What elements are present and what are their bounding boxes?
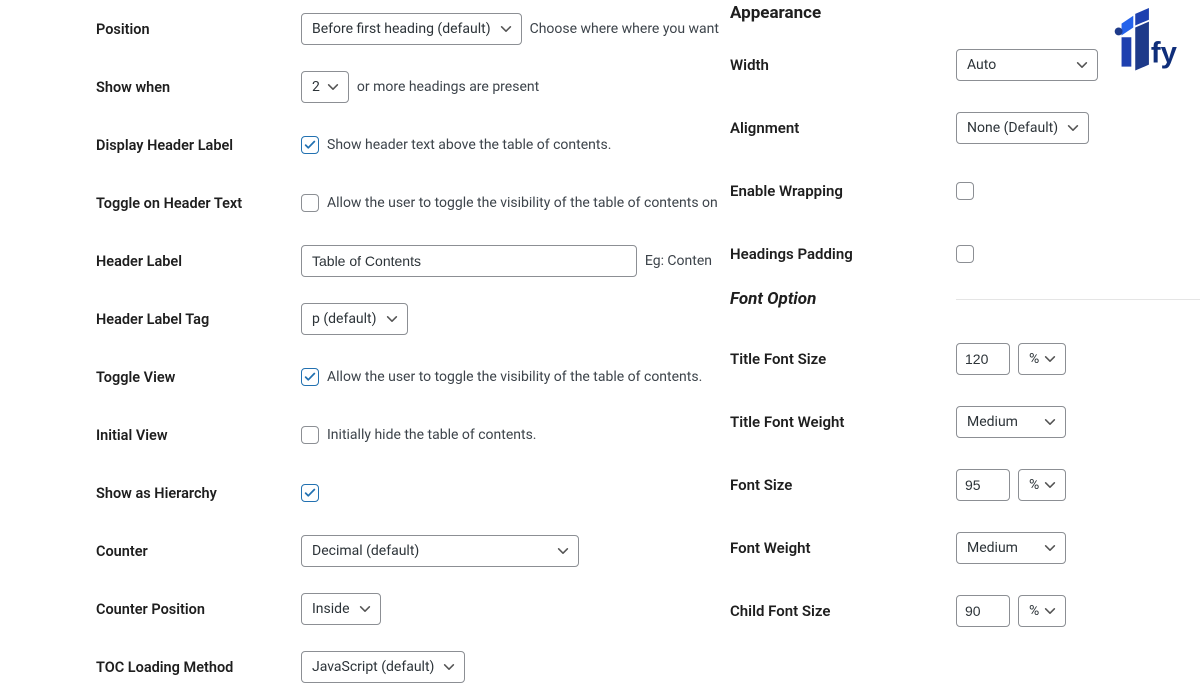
position-select[interactable]: Before first heading (default) <box>301 13 522 45</box>
toggle-on-header-text-label: Toggle on Header Text <box>96 195 301 212</box>
show-when-label: Show when <box>96 79 301 96</box>
appearance-heading: Appearance <box>730 3 1100 23</box>
position-help: Choose where where you want <box>530 21 719 37</box>
title-font-weight-label: Title Font Weight <box>730 413 956 431</box>
font-size-unit-select[interactable]: % <box>1018 469 1066 501</box>
svg-text:fy: fy <box>1151 37 1178 70</box>
child-font-size-input[interactable] <box>956 595 1010 627</box>
counter-select[interactable]: Decimal (default) <box>301 535 579 567</box>
enable-wrapping-label: Enable Wrapping <box>730 182 956 200</box>
show-when-help: or more headings are present <box>357 79 539 95</box>
header-label-help: Eg: Conten <box>645 253 712 269</box>
headings-padding-checkbox[interactable] <box>956 245 974 263</box>
chevron-down-icon <box>1075 58 1089 72</box>
counter-label: Counter <box>96 543 301 560</box>
font-option-heading: Font Option <box>730 289 816 309</box>
chevron-down-icon <box>385 312 399 326</box>
child-font-size-unit-select[interactable]: % <box>1018 595 1066 627</box>
counter-position-select[interactable]: Inside <box>301 593 381 625</box>
font-weight-select[interactable]: Medium <box>956 532 1066 564</box>
chevron-down-icon <box>1066 121 1080 135</box>
title-font-weight-select[interactable]: Medium <box>956 406 1066 438</box>
font-size-label: Font Size <box>730 476 956 494</box>
chevron-down-icon <box>1043 604 1057 618</box>
width-select[interactable]: Auto <box>956 49 1098 81</box>
header-label-tag-label: Header Label Tag <box>96 311 301 328</box>
title-font-size-unit-select[interactable]: % <box>1018 343 1066 375</box>
toc-loading-method-select[interactable]: JavaScript (default) <box>301 651 465 683</box>
child-font-size-label: Child Font Size <box>730 602 956 620</box>
chevron-down-icon <box>556 544 570 558</box>
width-label: Width <box>730 56 956 74</box>
toggle-on-header-text-checkbox[interactable] <box>301 194 319 212</box>
headings-padding-label: Headings Padding <box>730 245 956 263</box>
alignment-select[interactable]: None (Default) <box>956 112 1089 144</box>
divider <box>956 299 1200 300</box>
toc-loading-method-label: TOC Loading Method <box>96 659 301 676</box>
show-as-hierarchy-checkbox[interactable] <box>301 484 319 502</box>
toggle-view-checkbox[interactable] <box>301 368 319 386</box>
display-header-label-checkbox[interactable] <box>301 136 319 154</box>
font-size-input[interactable] <box>956 469 1010 501</box>
title-font-size-input[interactable] <box>956 343 1010 375</box>
font-weight-label: Font Weight <box>730 539 956 557</box>
toggle-view-help: Allow the user to toggle the visibility … <box>327 369 702 385</box>
toggle-on-header-text-help: Allow the user to toggle the visibility … <box>327 195 718 211</box>
toggle-view-label: Toggle View <box>96 369 301 386</box>
chevron-down-icon <box>1043 541 1057 555</box>
display-header-label-label: Display Header Label <box>96 137 301 154</box>
chevron-down-icon <box>1043 352 1057 366</box>
header-label-input[interactable] <box>301 245 637 277</box>
enable-wrapping-checkbox[interactable] <box>956 182 974 200</box>
alignment-label: Alignment <box>730 119 956 137</box>
counter-position-label: Counter Position <box>96 601 301 618</box>
title-font-size-label: Title Font Size <box>730 350 956 368</box>
chevron-down-icon <box>1043 478 1057 492</box>
display-header-label-help: Show header text above the table of cont… <box>327 137 611 153</box>
header-label-tag-select[interactable]: p (default) <box>301 303 408 335</box>
position-label: Position <box>96 21 301 38</box>
initial-view-help: Initially hide the table of contents. <box>327 427 537 443</box>
chevron-down-icon <box>499 22 513 36</box>
chevron-down-icon <box>358 602 372 616</box>
chevron-down-icon <box>1043 415 1057 429</box>
show-as-hierarchy-label: Show as Hierarchy <box>96 485 301 502</box>
brand-logo: fy <box>1102 6 1190 84</box>
initial-view-label: Initial View <box>96 427 301 444</box>
chevron-down-icon <box>442 660 456 674</box>
initial-view-checkbox[interactable] <box>301 426 319 444</box>
header-label-label: Header Label <box>96 253 301 270</box>
show-when-select[interactable]: 2 <box>301 71 349 103</box>
chevron-down-icon <box>326 80 340 94</box>
